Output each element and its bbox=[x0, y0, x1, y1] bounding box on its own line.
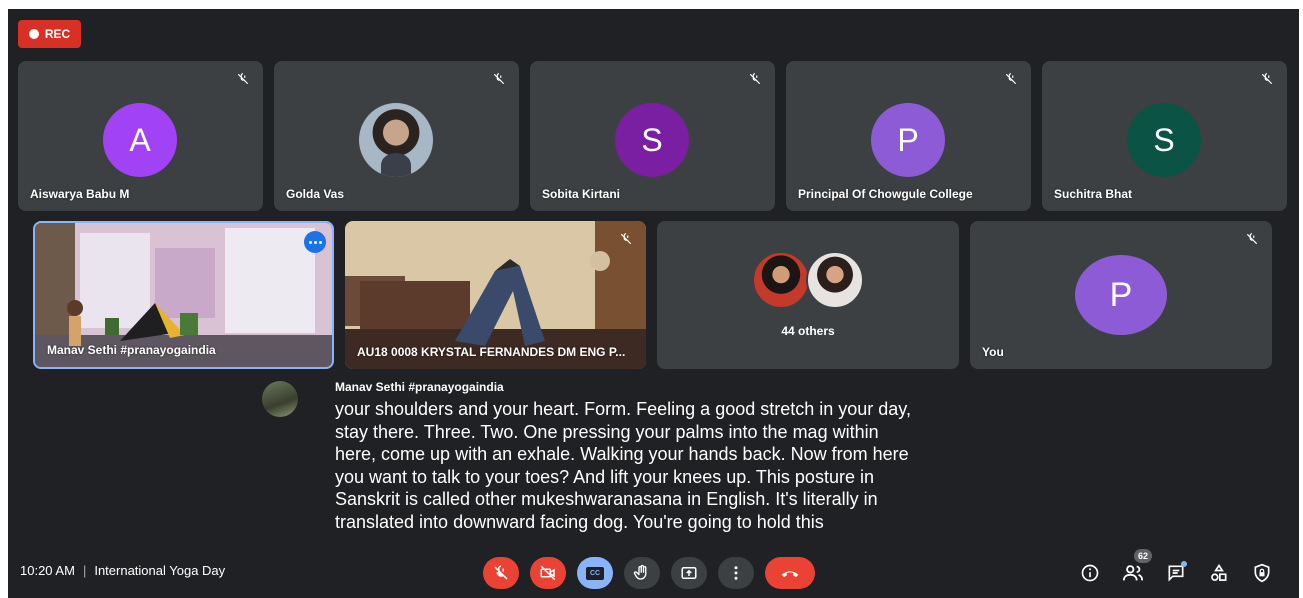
caption-speaker-name: Manav Sethi #pranayogaindia bbox=[335, 380, 504, 394]
tile-options-button[interactable] bbox=[304, 231, 326, 253]
phone-hangup-icon bbox=[781, 571, 799, 578]
mic-off-icon bbox=[745, 69, 765, 89]
shield-lock-icon bbox=[1254, 563, 1270, 583]
mic-off-icon bbox=[616, 229, 636, 249]
present-screen-icon bbox=[681, 567, 697, 579]
avatar-photo bbox=[359, 103, 433, 177]
caption-line: stay there. Three. Two. One pressing you… bbox=[335, 421, 879, 442]
participants-count-badge: 62 bbox=[1134, 549, 1152, 563]
participant-tile[interactable]: P Principal Of Chowgule College bbox=[786, 61, 1031, 211]
avatar: A bbox=[103, 103, 177, 177]
participant-name: Aiswarya Babu M bbox=[30, 187, 130, 201]
host-controls-button[interactable] bbox=[1250, 561, 1274, 585]
caption-text: your shoulders and your heart. Form. Fee… bbox=[335, 398, 1055, 533]
meeting-title: International Yoga Day bbox=[94, 563, 226, 578]
others-count-label: 44 others bbox=[781, 324, 835, 338]
caption-line: you want to talk to your toes? And lift … bbox=[335, 466, 874, 487]
participant-tile-pinned[interactable]: Manav Sethi #pranayogaindia bbox=[33, 221, 334, 369]
participant-tile[interactable]: S Suchitra Bhat bbox=[1042, 61, 1287, 211]
avatar: S bbox=[615, 103, 689, 177]
mic-off-icon bbox=[494, 565, 508, 580]
meeting-info: 10:20 AM | International Yoga Day bbox=[20, 563, 225, 578]
raise-hand-button[interactable] bbox=[624, 557, 660, 589]
recording-indicator: REC bbox=[18, 20, 81, 48]
leave-call-button[interactable] bbox=[765, 557, 815, 589]
caption-line: your shoulders and your heart. Form. Fee… bbox=[335, 399, 911, 419]
participant-name: Principal Of Chowgule College bbox=[798, 187, 973, 201]
participant-tile[interactable]: A Aiswarya Babu M bbox=[18, 61, 263, 211]
more-options-button[interactable] bbox=[718, 557, 754, 589]
mic-toggle-button[interactable] bbox=[483, 557, 519, 589]
participant-name: Sobita Kirtani bbox=[542, 187, 621, 201]
mic-off-icon bbox=[1242, 229, 1262, 249]
participant-name: Golda Vas bbox=[286, 187, 345, 201]
mic-off-icon bbox=[233, 69, 253, 89]
hand-icon bbox=[633, 564, 647, 580]
info-icon bbox=[1081, 564, 1099, 582]
participant-tile[interactable]: Golda Vas bbox=[274, 61, 519, 211]
activities-icon bbox=[1211, 563, 1227, 581]
avatar-photo bbox=[806, 251, 864, 309]
camera-toggle-button[interactable] bbox=[530, 557, 566, 589]
avatar: P bbox=[1075, 255, 1167, 335]
notification-dot bbox=[1181, 561, 1187, 567]
closed-captions-icon: CC bbox=[586, 566, 604, 580]
people-button[interactable] bbox=[1121, 561, 1145, 585]
caption-speaker-avatar bbox=[262, 381, 298, 417]
participant-tile[interactable]: AU18 0008 KRYSTAL FERNANDES DM ENG P... bbox=[345, 221, 646, 369]
separator: | bbox=[82, 563, 87, 578]
captions-button[interactable]: CC bbox=[577, 557, 613, 589]
avatar: P bbox=[871, 103, 945, 177]
participant-name: Suchitra Bhat bbox=[1054, 187, 1133, 201]
caption-line: Sanskrit is called other mukeshwaranasan… bbox=[335, 489, 878, 509]
camera-off-icon bbox=[540, 565, 556, 581]
caption-line: translated into downward facing dog. You… bbox=[335, 511, 824, 532]
others-tile[interactable]: 44 others bbox=[657, 221, 959, 369]
meeting-details-button[interactable] bbox=[1078, 561, 1102, 585]
self-tile[interactable]: P You bbox=[970, 221, 1272, 369]
participant-name: AU18 0008 KRYSTAL FERNANDES DM ENG P... bbox=[357, 345, 626, 359]
recording-dot-icon bbox=[28, 29, 39, 39]
mic-off-icon bbox=[1001, 69, 1021, 89]
activities-button[interactable] bbox=[1207, 561, 1231, 585]
avatar-photo bbox=[752, 251, 810, 309]
caption-line: here, come up with an exhale. Walking yo… bbox=[335, 444, 909, 464]
more-vert-icon bbox=[734, 566, 738, 580]
clock-time: 10:20 AM bbox=[20, 563, 75, 578]
participant-tile[interactable]: S Sobita Kirtani bbox=[530, 61, 775, 211]
mic-off-icon bbox=[1257, 69, 1277, 89]
avatar: S bbox=[1127, 103, 1201, 177]
recording-label: REC bbox=[44, 27, 71, 41]
participant-name: You bbox=[982, 345, 1004, 359]
participant-name: Manav Sethi #pranayogaindia bbox=[47, 343, 216, 357]
present-button[interactable] bbox=[671, 557, 707, 589]
people-icon bbox=[1122, 565, 1144, 581]
chat-button[interactable] bbox=[1164, 561, 1188, 585]
mic-off-icon bbox=[489, 69, 509, 89]
